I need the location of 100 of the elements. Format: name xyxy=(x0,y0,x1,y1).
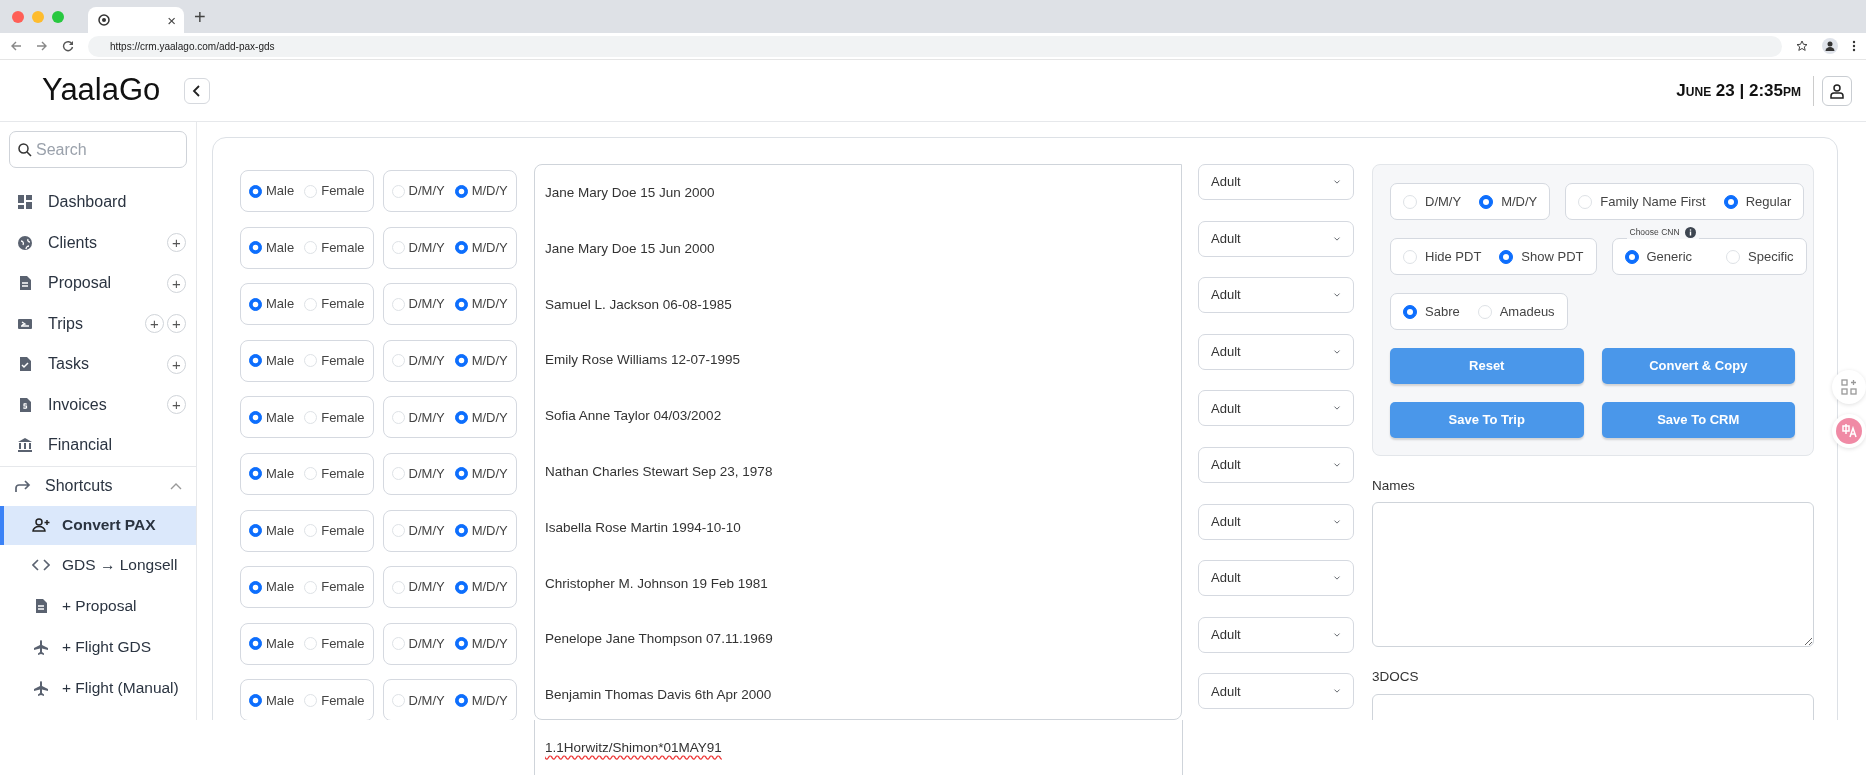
passenger-type-select[interactable]: Adult xyxy=(1198,616,1354,653)
radio-button[interactable] xyxy=(249,693,262,707)
group-legend: Choose CNN xyxy=(1629,226,1680,239)
text-line: Christopher M. Johnson 19 Feb 1981 xyxy=(545,574,769,593)
window-control-dot[interactable] xyxy=(52,10,64,23)
radio-label: M/D/Y xyxy=(471,521,508,540)
radio-button[interactable] xyxy=(454,354,468,368)
reload-icon[interactable] xyxy=(62,40,74,52)
star-icon[interactable] xyxy=(1796,40,1808,52)
radio-button[interactable] xyxy=(454,410,468,424)
sidebar-item[interactable]: Financial xyxy=(0,425,196,466)
radio-button[interactable] xyxy=(1499,249,1514,264)
collapse-sidebar-button[interactable] xyxy=(184,77,210,104)
add-button[interactable]: + xyxy=(145,314,164,334)
radio-button[interactable] xyxy=(249,184,262,198)
add-button[interactable]: + xyxy=(167,314,186,334)
user-plus-icon xyxy=(32,517,50,533)
radio-button[interactable] xyxy=(454,524,468,538)
radio-label: M/D/Y xyxy=(471,408,508,427)
radio-button[interactable] xyxy=(249,580,262,594)
add-button[interactable]: + xyxy=(167,233,186,253)
radio-label: D/M/Y xyxy=(408,635,445,653)
passenger-text-field[interactable] xyxy=(534,164,1182,720)
text-line: Benjamin Thomas Davis 6th Apr 2000 xyxy=(545,686,773,705)
logo: YaalaGo xyxy=(42,71,162,110)
radio-label: D/M/Y xyxy=(408,295,445,314)
browser-tab[interactable]: × xyxy=(88,7,184,33)
radio-label: Female xyxy=(321,182,365,201)
radio-button[interactable] xyxy=(249,241,262,255)
radio-label: Female xyxy=(321,295,365,314)
radio-label: Show PDT xyxy=(1521,247,1584,266)
sidebar-item[interactable]: Clients + xyxy=(0,222,196,263)
radio-label: M/D/Y xyxy=(1501,192,1538,211)
text-line: Nathan Charles Stewart Sep 23, 1978 xyxy=(545,463,774,481)
passenger-type-select[interactable]: Adult xyxy=(1198,164,1354,200)
radio-button[interactable] xyxy=(249,297,262,311)
radio-button[interactable] xyxy=(1479,194,1494,209)
radio-button[interactable] xyxy=(249,410,262,424)
tab-close-button[interactable]: × xyxy=(167,12,176,28)
passenger-type-select[interactable]: Adult xyxy=(1198,333,1354,370)
radio-button[interactable] xyxy=(249,354,262,368)
translate-icon[interactable] xyxy=(1836,418,1862,444)
shortcut-item[interactable]: + Proposal xyxy=(0,585,196,627)
add-button[interactable]: + xyxy=(167,273,186,293)
radio-label: D/M/Y xyxy=(408,352,445,371)
radio-button[interactable] xyxy=(454,580,468,594)
passenger-type-select[interactable]: Adult xyxy=(1198,446,1354,483)
radio-button[interactable] xyxy=(454,693,468,707)
passenger-type-select[interactable]: Adult xyxy=(1198,220,1354,257)
add-button[interactable]: + xyxy=(167,354,186,374)
passenger-type-select[interactable]: Adult xyxy=(1198,673,1354,710)
window-control-dot[interactable] xyxy=(32,10,44,23)
radio-button[interactable] xyxy=(249,637,262,651)
radio-label: Male xyxy=(266,578,295,597)
shortcut-item[interactable]: + Flight (Manual) xyxy=(0,667,196,709)
passenger-type-select[interactable]: Adult xyxy=(1198,390,1354,427)
sidebar-item[interactable]: Trips + + xyxy=(0,303,196,344)
date-time: June 23 | 2:35pm xyxy=(1676,75,1814,106)
back-icon[interactable] xyxy=(10,40,22,52)
radio-button[interactable] xyxy=(454,241,468,255)
sidebar-item[interactable]: Tasks + xyxy=(0,344,196,385)
shortcut-item[interactable]: + Flight GDS xyxy=(0,626,196,668)
passenger-type-select[interactable]: Adult xyxy=(1198,277,1354,314)
radio-label: M/D/Y xyxy=(471,352,508,371)
forward-icon[interactable] xyxy=(36,40,48,52)
passenger-type-select[interactable]: Adult xyxy=(1198,560,1354,597)
apps-add-icon[interactable] xyxy=(1841,379,1857,395)
sidebar-item[interactable]: Invoices + xyxy=(0,384,196,425)
address-bar[interactable]: https://crm.yaalago.com/add-pax-gds xyxy=(110,38,275,54)
shortcut-item[interactable]: Convert PAX xyxy=(0,505,196,545)
text-line: Emily Rose Williams 12-07-1995 xyxy=(545,351,742,370)
new-tab-button[interactable]: + xyxy=(194,6,206,27)
radio-button[interactable] xyxy=(454,467,468,481)
text-line: Jane Mary Doe 15 Jun 2000 xyxy=(545,184,716,202)
profile-icon[interactable] xyxy=(1822,38,1838,54)
radio-label: M/D/Y xyxy=(471,295,508,314)
shortcuts-header[interactable]: Shortcuts xyxy=(0,465,196,506)
radio-label: Female xyxy=(321,635,365,653)
radio-button[interactable] xyxy=(1624,249,1639,264)
radio-button[interactable] xyxy=(1403,304,1417,319)
radio-button[interactable] xyxy=(249,524,262,538)
shortcut-item[interactable]: GDS → Longsell xyxy=(0,544,196,586)
profile-button[interactable] xyxy=(1822,75,1852,106)
sidebar-item[interactable]: Dashboard xyxy=(0,182,196,223)
radio-button[interactable] xyxy=(1723,194,1738,209)
radio-button[interactable] xyxy=(249,467,262,481)
menu-icon[interactable] xyxy=(1852,40,1856,52)
text-line: Jane Mary Doe 15 Jun 2000 xyxy=(545,239,716,258)
radio-button[interactable] xyxy=(454,297,468,311)
add-button[interactable]: + xyxy=(167,395,186,415)
radio-button[interactable] xyxy=(454,184,468,198)
radio-label: Male xyxy=(266,295,295,314)
passenger-type-select[interactable]: Adult xyxy=(1198,503,1354,540)
share-arrow-icon xyxy=(14,479,32,493)
radio-label: D/M/Y xyxy=(408,691,445,710)
radio-button[interactable] xyxy=(454,637,468,651)
text-line: 1.1Horwitz/Shimon*01MAY91 xyxy=(545,739,723,757)
window-control-dot[interactable] xyxy=(12,10,24,23)
search-field[interactable]: Search xyxy=(9,131,187,168)
sidebar-item[interactable]: Proposal + xyxy=(0,263,196,304)
